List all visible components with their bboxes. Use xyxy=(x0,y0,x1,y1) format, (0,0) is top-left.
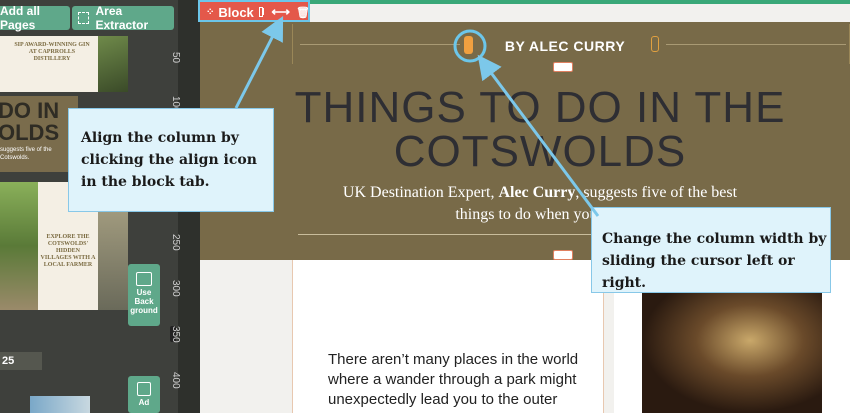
thumbnail-photo xyxy=(30,396,90,413)
subtitle-author: Alec Curry xyxy=(498,184,576,201)
block-resize-handle-bottom[interactable] xyxy=(553,250,573,260)
ruler-label: 250 xyxy=(170,234,181,251)
thumbnail-photo xyxy=(0,182,38,310)
ruler-label: 400 xyxy=(170,372,181,389)
ruler-label: 300 xyxy=(170,280,181,297)
area-extractor-label: Area Extractor xyxy=(95,4,149,32)
thumbnail-subtitle: suggests five of the Cotswolds. xyxy=(0,147,52,161)
add-all-pages-button[interactable]: Add all Pages xyxy=(0,4,70,32)
thumbnail-heading: SIP AWARD-WINNING GIN AT CAPRROLLS DISTI… xyxy=(14,42,90,62)
image-icon xyxy=(136,272,152,286)
page-thumbnail[interactable]: DO IN OLDS suggests five of the Cotswold… xyxy=(0,96,78,172)
body-paragraph: There aren’t many places in the world wh… xyxy=(328,351,579,408)
subtitle-rule xyxy=(298,234,598,235)
page-title: THINGS TO DO IN THE COTSWOLDS xyxy=(230,86,850,174)
page-number: 25 xyxy=(0,352,42,370)
ruler-label: 350 xyxy=(170,326,181,343)
enter-icon xyxy=(137,382,151,396)
page-thumbnail[interactable]: SIP AWARD-WINNING GIN AT CAPRROLLS DISTI… xyxy=(0,36,98,92)
byline: BY ALEC CURRY xyxy=(504,38,626,54)
width-callout: Change the column width by sliding the c… xyxy=(591,207,831,293)
page-title-line-2: COTSWOLDS xyxy=(393,127,687,176)
thumbnail-photo xyxy=(98,36,128,92)
ruler-label: 50 xyxy=(170,52,181,64)
byline-rule xyxy=(666,44,846,45)
width-callout-text: Change the column width by sliding the c… xyxy=(602,231,827,291)
thumbnail-heading: EXPLORE THE COTSWOLDS' HIDDEN VILLAGES W… xyxy=(40,234,96,268)
align-callout: Align the column by clicking the align i… xyxy=(68,108,274,212)
subtitle-prefix: UK Destination Expert, xyxy=(342,184,499,201)
dining-room-photo xyxy=(642,292,822,413)
use-background-label: Use Back ground xyxy=(130,288,158,315)
byline-rule xyxy=(300,44,460,45)
align-callout-text: Align the column by clicking the align i… xyxy=(81,130,257,190)
add-label: Ad xyxy=(138,398,150,407)
area-extractor-button[interactable]: Area Extractor xyxy=(72,4,174,32)
add-all-pages-label: Add all Pages xyxy=(0,4,41,32)
subtitle-suffix: , suggests five of the best xyxy=(575,184,738,201)
block-resize-handle-top[interactable] xyxy=(553,62,573,72)
column-width-slider-handle[interactable] xyxy=(464,36,473,54)
area-select-icon xyxy=(78,12,90,24)
thumbnail-title: DO IN OLDS xyxy=(0,98,60,145)
page-title-line-1: THINGS TO DO IN THE xyxy=(294,83,786,132)
column-width-slider-handle-right[interactable] xyxy=(651,36,659,52)
block-tab-highlight xyxy=(198,0,310,22)
use-background-button[interactable]: Use Back ground xyxy=(128,264,160,326)
add-button[interactable]: Ad xyxy=(128,376,160,413)
